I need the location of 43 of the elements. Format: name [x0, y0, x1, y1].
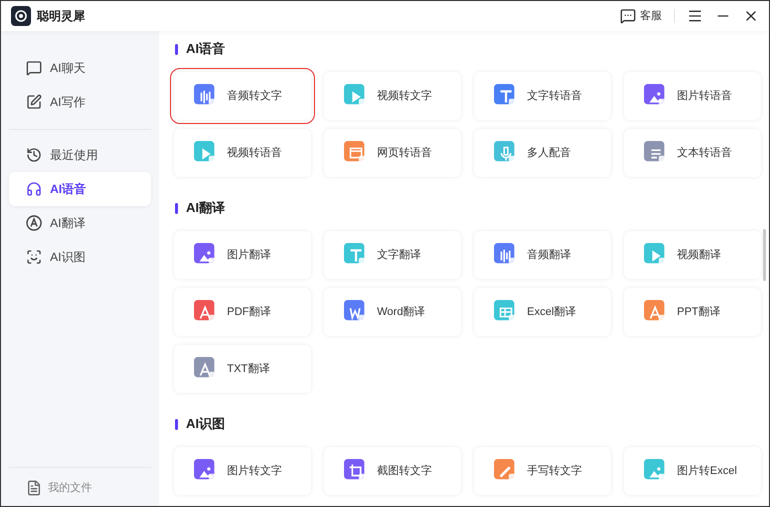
- tool-card[interactable]: 视频转文字: [324, 72, 461, 120]
- pen-icon: [26, 94, 42, 110]
- scrollbar[interactable]: [763, 229, 766, 281]
- file-icon: [26, 480, 42, 496]
- tool-card[interactable]: 图片转语音: [624, 72, 761, 120]
- tool-card[interactable]: 音频翻译: [474, 231, 611, 279]
- chat-icon: [620, 8, 636, 24]
- app-title: 聪明灵犀: [37, 8, 85, 25]
- tool-card[interactable]: PPT翻译: [624, 288, 761, 336]
- tool-card[interactable]: 文本转语音: [624, 129, 761, 177]
- tool-card[interactable]: 视频翻译: [624, 231, 761, 279]
- sidebar-item[interactable]: 最近使用: [9, 138, 151, 172]
- scan-icon: [26, 249, 42, 265]
- tool-card[interactable]: 视频转语音: [174, 129, 311, 177]
- sidebar-item[interactable]: AI写作: [9, 85, 151, 119]
- tool-card[interactable]: 图片转Excel: [624, 447, 761, 495]
- tool-card[interactable]: 文字转语音: [474, 72, 611, 120]
- sidebar-item[interactable]: AI识图: [9, 240, 151, 274]
- headphones-icon: [26, 181, 42, 197]
- menu-icon[interactable]: [687, 8, 703, 24]
- tool-card[interactable]: 截图转文字: [324, 447, 461, 495]
- tool-card[interactable]: TXT翻译: [174, 345, 311, 393]
- section-title: AI翻译: [186, 199, 225, 218]
- tool-card[interactable]: 音频转文字: [174, 72, 311, 120]
- tool-card[interactable]: Excel翻译: [474, 288, 611, 336]
- section-title: AI识图: [186, 415, 225, 434]
- tool-card[interactable]: 网页转语音: [324, 129, 461, 177]
- letter-a-circle-icon: [26, 215, 42, 231]
- chat-icon: [26, 60, 42, 76]
- logo-icon: [11, 6, 31, 26]
- sidebar-item[interactable]: AI聊天: [9, 51, 151, 85]
- tool-card[interactable]: 图片转文字: [174, 447, 311, 495]
- sidebar-item[interactable]: AI翻译: [9, 206, 151, 240]
- tool-card[interactable]: 多人配音: [474, 129, 611, 177]
- tool-card[interactable]: PDF翻译: [174, 288, 311, 336]
- support-button[interactable]: 客服: [620, 8, 662, 24]
- tool-card[interactable]: 文字翻译: [324, 231, 461, 279]
- tool-card[interactable]: 手写转文字: [474, 447, 611, 495]
- sidebar-item[interactable]: AI语音: [9, 172, 151, 206]
- tool-card[interactable]: Word翻译: [324, 288, 461, 336]
- history-icon: [26, 147, 42, 163]
- section-title: AI语音: [186, 40, 225, 58]
- tool-card[interactable]: 图片翻译: [174, 231, 311, 279]
